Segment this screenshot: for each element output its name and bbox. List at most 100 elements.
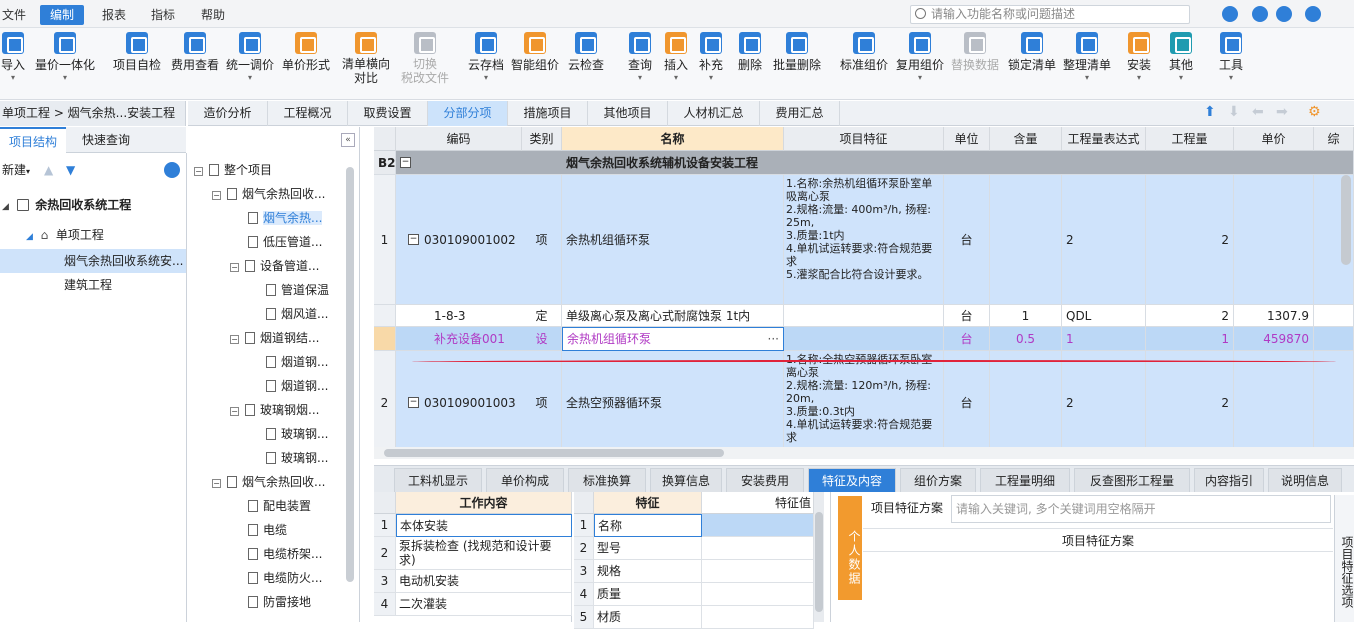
solution-search-input[interactable]: 请输入关键词, 多个关键词用空格隔开 (951, 495, 1331, 523)
tree-single-project[interactable]: ◢ ⌂ 单项工程 (0, 223, 186, 247)
item-name[interactable]: 全热空预器循环泵 (562, 351, 784, 447)
tab-material-display[interactable]: 工料机显示 (394, 468, 482, 492)
grid-header-qty[interactable]: 工程量 (1146, 127, 1234, 151)
grid-header-total[interactable]: 综 (1314, 127, 1354, 151)
tree-node[interactable]: − 设备管道... (230, 254, 319, 278)
cloud-check-button[interactable]: 云检查 (566, 32, 606, 73)
item-expr[interactable]: 2 (1062, 351, 1146, 447)
more-icon[interactable]: ··· (768, 328, 779, 350)
collapse-row-icon[interactable]: − (408, 397, 419, 408)
standard-price-button[interactable]: 标准组价 (838, 32, 890, 73)
tab-install-fee[interactable]: 安装费用 (726, 468, 804, 492)
tree-node[interactable]: 管道保温 (266, 278, 329, 302)
collapse-row-icon[interactable]: − (408, 234, 419, 245)
item-name-editor[interactable]: 余热机组循环泵 ··· (562, 327, 784, 351)
tree-node[interactable]: 低压管道... (248, 230, 322, 254)
feature-value[interactable] (702, 606, 814, 629)
other-button[interactable]: 其他 ▾ (1166, 32, 1196, 83)
feature-value[interactable] (702, 560, 814, 583)
user-icon[interactable] (1222, 6, 1238, 22)
tab-quick-query[interactable]: 快速查询 (66, 127, 146, 153)
tab-standard-conversion[interactable]: 标准换算 (568, 468, 646, 492)
tree-root[interactable]: ◢ 余热回收系统工程 (0, 193, 186, 217)
tree-node[interactable]: 烟道钢... (266, 374, 328, 398)
grid-horizontal-scrollbar[interactable] (374, 447, 1354, 459)
grid-header-unit[interactable]: 单位 (944, 127, 990, 151)
batch-delete-button[interactable]: 批量删除 (771, 32, 823, 73)
list-item[interactable]: 二次灌装 (396, 593, 572, 616)
grid-header-price[interactable]: 单价 (1234, 127, 1314, 151)
item-feature[interactable] (784, 305, 944, 327)
tree-node[interactable]: 电缆防火... (248, 566, 322, 590)
function-search-input[interactable]: 请输入功能名称或问题描述 (910, 5, 1190, 24)
move-up-icon[interactable]: ▲ (44, 158, 53, 182)
info-icon[interactable] (1305, 6, 1321, 22)
menu-report[interactable]: 报表 (92, 5, 136, 25)
unified-adjust-button[interactable]: 统一调价 ▾ (224, 32, 276, 83)
arrow-left-icon[interactable]: ⬅ (1252, 104, 1264, 120)
arrow-down-icon[interactable]: ⬇ (1228, 104, 1240, 120)
tree-node[interactable]: − 烟气余热回收... (212, 182, 325, 206)
menu-index[interactable]: 指标 (141, 5, 185, 25)
project-breadcrumb[interactable]: 单项工程 > 烟气余热...安装工程 (0, 101, 186, 126)
list-item[interactable]: 规格 (594, 560, 702, 583)
tree-node[interactable]: 玻璃钢... (266, 446, 328, 470)
collapse-b2-icon[interactable]: − (400, 157, 411, 168)
tab-fee-summary[interactable]: 费用汇总 (760, 101, 840, 126)
tab-price-composition[interactable]: 单价构成 (486, 468, 564, 492)
arrow-right-icon[interactable]: ➡ (1276, 104, 1288, 120)
column-settings-icon[interactable]: ⚙ (1308, 104, 1321, 120)
query-button[interactable]: 查询 ▾ (626, 32, 654, 83)
supplement-button[interactable]: 补充 ▾ (697, 32, 725, 83)
tools-button[interactable]: 工具 ▾ (1216, 32, 1246, 83)
tab-description[interactable]: 说明信息 (1268, 468, 1342, 492)
item-feature[interactable]: 1.名称:全热空预器循环泵卧室离心泵 2.规格:流量: 120m³/h, 扬程:… (784, 351, 944, 447)
item-feature[interactable]: 1.名称:余热机组循环泵卧室单吸离心泵 2.规格:流量: 400m³/h, 扬程… (784, 175, 944, 305)
feature-value[interactable] (702, 583, 814, 606)
grid-header-code[interactable]: 编码 (396, 127, 522, 151)
tab-graphic-qty[interactable]: 反查图形工程量 (1074, 468, 1190, 492)
import-button[interactable]: 导入 ▾ (0, 32, 26, 83)
self-check-button[interactable]: 项目自检 (111, 32, 163, 73)
tab-price-plan[interactable]: 组价方案 (900, 468, 976, 492)
grid-header-name[interactable]: 名称 (562, 127, 784, 151)
tree-node[interactable]: − 烟道钢结... (230, 326, 319, 350)
side-tab-feature-options[interactable]: 项目特征选项 (1334, 495, 1354, 622)
arrow-up-icon[interactable]: ⬆ (1204, 104, 1216, 120)
tree-node[interactable]: − 玻璃钢烟... (230, 398, 319, 422)
item-expr[interactable]: 1 (1062, 327, 1146, 351)
list-item[interactable]: 泵拆装检查 (找规范和设计要求) (396, 537, 572, 570)
feature-value[interactable] (702, 537, 814, 560)
feature-value[interactable] (702, 514, 814, 537)
settings-icon[interactable] (1276, 6, 1292, 22)
tree-node[interactable]: 烟道钢... (266, 350, 328, 374)
install-button[interactable]: 安装 ▾ (1124, 32, 1154, 83)
tab-features-content[interactable]: 特征及内容 (808, 468, 896, 492)
replace-data-button[interactable]: 替换数据 (949, 32, 1001, 73)
grid-vertical-scrollbar[interactable] (1341, 175, 1351, 265)
tab-content-guide[interactable]: 内容指引 (1194, 468, 1264, 492)
tab-sub-items[interactable]: 分部分项 (428, 101, 508, 126)
tax-switch-button[interactable]: 切换 税改文件 (398, 32, 452, 85)
feature-scrollbar[interactable] (814, 492, 824, 622)
tab-qty-detail[interactable]: 工程量明细 (980, 468, 1070, 492)
tree-node[interactable]: 防雷接地 (248, 590, 311, 614)
list-item[interactable]: 本体安装 (396, 514, 572, 537)
tree-node[interactable]: 电缆桥架... (248, 542, 322, 566)
list-item[interactable]: 材质 (594, 606, 702, 629)
tree-flue-project[interactable]: 烟气余热回收系统安... (0, 249, 186, 273)
tree-whole-project[interactable]: − 整个项目 (194, 158, 272, 182)
personal-data-button[interactable]: 个人数据 (838, 496, 862, 600)
tab-cost-analysis[interactable]: 造价分析 (188, 101, 268, 126)
tab-conversion-info[interactable]: 换算信息 (650, 468, 722, 492)
list-item[interactable]: 电动机安装 (396, 570, 572, 593)
section-row-b2[interactable] (374, 151, 1354, 175)
item-name[interactable]: 余热机组循环泵 (562, 175, 784, 305)
tab-project-structure[interactable]: 项目结构 (0, 127, 66, 153)
menu-help[interactable]: 帮助 (191, 5, 235, 25)
tree-node-selected[interactable]: 烟气余热... (248, 206, 323, 230)
tab-labor-material[interactable]: 人材机汇总 (668, 101, 760, 126)
reuse-price-button[interactable]: 复用组价 ▾ (894, 32, 946, 83)
item-feature[interactable] (784, 327, 944, 351)
tree-node[interactable]: − 烟气余热回收... (212, 470, 325, 494)
